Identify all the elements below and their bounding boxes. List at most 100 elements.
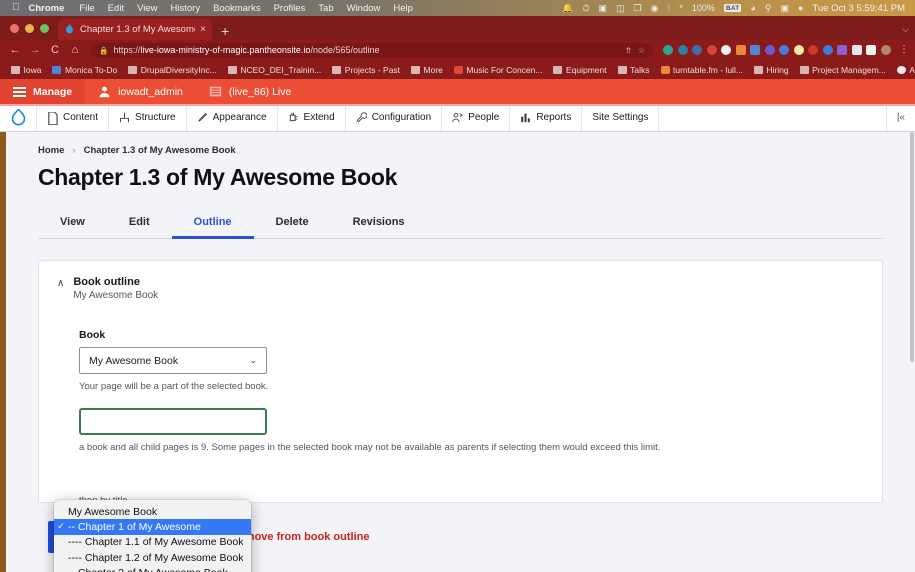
admin-menu-site-settings[interactable]: Site Settings: [581, 104, 658, 131]
extension-icon-10[interactable]: [793, 45, 804, 55]
bookmark-talks[interactable]: Talks: [613, 65, 655, 75]
minimize-window-button[interactable]: [25, 23, 34, 33]
bookmark-turntable-fm[interactable]: turntable.fm - lull...: [656, 65, 748, 75]
dots-icon[interactable]: ⁝: [668, 3, 671, 13]
chevron-up-icon[interactable]: ∧: [57, 276, 64, 301]
address-bar[interactable]: 🔒 https://live-iowa-ministry-of-magic.pa…: [91, 42, 653, 58]
extension-icon-6[interactable]: [735, 45, 746, 55]
clock-icon[interactable]: ⏱: [583, 3, 590, 13]
drupal-drop-icon[interactable]: [0, 104, 36, 131]
menu-history[interactable]: History: [171, 3, 201, 14]
menubar-clock[interactable]: Tue Oct 3 5:59:41 PM: [812, 3, 905, 14]
admin-menu-extend[interactable]: Extend: [276, 104, 345, 131]
extension-icon-2[interactable]: [677, 45, 688, 55]
collapse-toolbar-button[interactable]: |«: [885, 104, 915, 131]
star-icon[interactable]: ☆: [638, 46, 645, 55]
bookmark-nceo-dei-training[interactable]: NCEO_DEI_Trainin...: [223, 65, 326, 75]
tab-edit[interactable]: Edit: [107, 208, 172, 239]
menu-file[interactable]: File: [79, 3, 94, 14]
admin-menu-appearance[interactable]: Appearance: [185, 104, 277, 131]
menu-view[interactable]: View: [137, 3, 157, 14]
admin-menu-people[interactable]: People: [441, 104, 509, 131]
book-select[interactable]: My Awesome Book ⌄: [79, 347, 267, 374]
admin-menu-structure[interactable]: Structure: [108, 104, 186, 131]
user-account-button[interactable]: iowadt_admin: [85, 79, 196, 104]
menu-chrome[interactable]: Chrome: [29, 3, 65, 14]
menu-profiles[interactable]: Profiles: [274, 3, 306, 14]
tab-view[interactable]: View: [38, 208, 107, 239]
reload-button[interactable]: C: [46, 44, 64, 56]
extension-icon-15[interactable]: [866, 45, 876, 55]
wifi-icon[interactable]: ◕: [750, 3, 755, 13]
extension-icon-7[interactable]: [750, 45, 760, 55]
bell-icon[interactable]: 🔔: [562, 3, 573, 13]
manage-button[interactable]: Manage: [0, 79, 86, 104]
scrollbar-thumb[interactable]: [910, 132, 914, 362]
dropdown-option[interactable]: ---- Chapter 1.2 of My Awesome Book: [54, 550, 251, 565]
extension-icon-8[interactable]: [764, 45, 775, 55]
bookmark-projects-past[interactable]: Projects - Past: [327, 65, 405, 75]
admin-menu-reports[interactable]: Reports: [509, 104, 581, 131]
dropdown-option-selected[interactable]: ✓ -- Chapter 1 of My Awesome: [54, 519, 251, 535]
menu-edit[interactable]: Edit: [108, 3, 124, 14]
back-button[interactable]: ←: [6, 44, 24, 56]
extension-icon-13[interactable]: [837, 45, 847, 55]
home-button[interactable]: ⌂: [66, 44, 84, 56]
book-outline-header[interactable]: ∧ Book outline My Awesome Book: [39, 276, 882, 301]
dropdown-option[interactable]: My Awesome Book: [54, 504, 251, 519]
tab-revisions[interactable]: Revisions: [331, 208, 427, 239]
chevron-down-icon[interactable]: ⌵: [902, 24, 915, 40]
bluetooth-icon[interactable]: *: [679, 3, 683, 13]
extension-icon-9[interactable]: [779, 45, 789, 55]
menu-bookmarks[interactable]: Bookmarks: [213, 3, 261, 14]
battery-vertical-icon[interactable]: ◫: [616, 3, 625, 13]
option-label: ---- Chapter 1.2 of My Awesome Book: [68, 551, 244, 564]
maximize-window-button[interactable]: [40, 23, 49, 33]
close-window-button[interactable]: [10, 23, 19, 33]
close-tab-button[interactable]: ×: [200, 24, 206, 35]
bookmark-drupaldiversityinc[interactable]: DrupalDiversityInc...: [123, 65, 222, 75]
record-icon[interactable]: ◉: [651, 3, 659, 13]
extension-icon-11[interactable]: [808, 45, 818, 55]
avatar[interactable]: [880, 45, 891, 55]
browser-tab[interactable]: Chapter 1.3 of My Awesome B ×: [58, 19, 212, 40]
environment-indicator[interactable]: (live_86) Live: [196, 79, 304, 104]
airplay-icon[interactable]: ▣: [780, 3, 789, 13]
siri-icon[interactable]: ●: [798, 3, 803, 13]
tab-outline[interactable]: Outline: [171, 208, 254, 239]
bookmark-iowa[interactable]: Iowa: [6, 65, 46, 75]
share-icon[interactable]: ⇮: [625, 46, 632, 55]
bookmark-monica-to-do[interactable]: Monica To-Do: [47, 65, 122, 75]
tab-delete[interactable]: Delete: [254, 208, 331, 239]
admin-menu-content[interactable]: Content: [36, 104, 108, 131]
bookmark-more[interactable]: More: [406, 65, 448, 75]
screens-icon[interactable]: ❐: [634, 3, 642, 13]
page-scrollbar[interactable]: [909, 132, 915, 572]
extension-icon-14[interactable]: [851, 45, 862, 55]
bookmark-music-for-concentration[interactable]: Music For Concen...: [449, 65, 548, 75]
bookmark-project-management[interactable]: Project Managem...: [795, 65, 891, 75]
chrome-menu-icon[interactable]: ⋮: [899, 45, 909, 55]
bookmark-asteroids[interactable]: Asteroids: [892, 65, 915, 75]
extension-icon-4[interactable]: [706, 45, 717, 55]
forward-button[interactable]: →: [26, 44, 44, 56]
dropdown-option[interactable]: ---- Chapter 1.1 of My Awesome Book: [54, 535, 251, 550]
extension-icon-5[interactable]: [721, 45, 731, 55]
admin-menu-configuration[interactable]: Configuration: [344, 104, 441, 131]
breadcrumb-home[interactable]: Home: [38, 145, 64, 156]
menu-help[interactable]: Help: [393, 3, 413, 14]
menu-tab[interactable]: Tab: [318, 3, 333, 14]
display-icon[interactable]: ▣: [599, 3, 608, 13]
extension-icon-12[interactable]: [822, 45, 833, 55]
menu-window[interactable]: Window: [347, 3, 381, 14]
search-icon[interactable]: ⚲: [765, 3, 772, 13]
bookmark-hiring[interactable]: Hiring: [749, 65, 794, 75]
parent-item-dropdown[interactable]: My Awesome Book ✓ -- Chapter 1 of My Awe…: [54, 500, 251, 572]
bookmark-equipment[interactable]: Equipment: [548, 65, 611, 75]
apple-icon[interactable]: : [12, 3, 20, 13]
parent-item-select[interactable]: [79, 408, 267, 435]
new-tab-button[interactable]: +: [221, 24, 229, 38]
extension-icon-3[interactable]: [692, 45, 702, 55]
dropdown-option[interactable]: -- Chapter 2 of My Awesome Book: [54, 565, 251, 572]
extension-icon-1[interactable]: [663, 45, 673, 55]
